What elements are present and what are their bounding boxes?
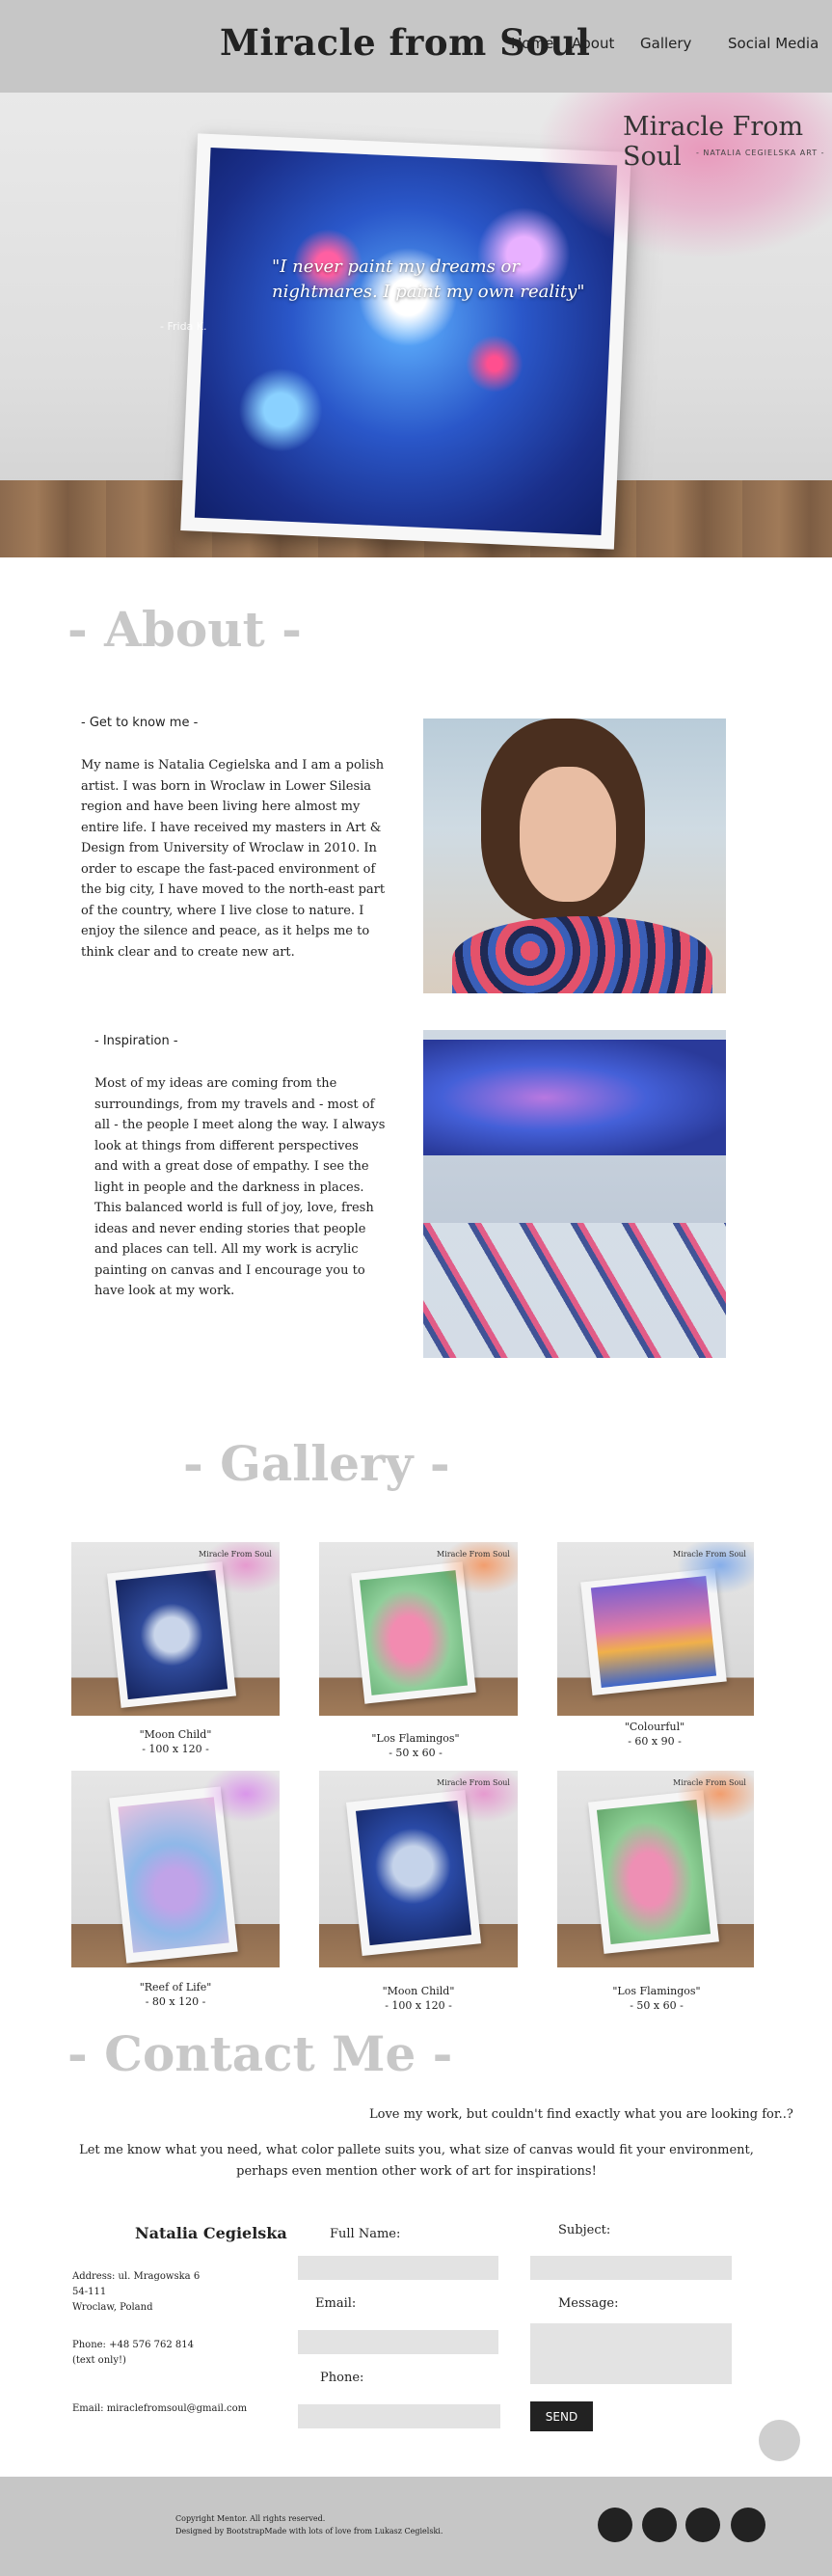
artwork-name: "Los Flamingos" [612,1985,701,1997]
hero-logo: Miracle From Soul [623,112,804,172]
artwork-size: - 100 x 120 - [142,1743,209,1755]
address-line: 54-111 [72,2287,107,2297]
gallery-image-moon-child-2[interactable]: Miracle From Soul [319,1771,518,1967]
hero-quote: "I never paint my dreams or nightmares. … [272,257,585,302]
studio-canvas [423,1040,726,1155]
contact-lead: Love my work, but couldn't find exactly … [369,2107,793,2122]
hero-logo-subtitle: - NATALIA CEGIELSKA ART - [696,149,825,157]
contact-title: - Contact Me - [67,2025,453,2082]
studio-photo [423,1030,726,1358]
nav-home[interactable]: Home [511,35,553,52]
address-line: Address: ul. Mragowska 6 [72,2271,201,2282]
social-icon-3[interactable] [685,2508,720,2542]
hero-quote-author: - Frida K. [160,320,207,333]
artwork-size: - 60 x 90 - [628,1735,682,1748]
artwork-name: "Colourful" [624,1721,685,1733]
phone-line: Phone: +48 576 762 814 [72,2340,194,2350]
contact-phone: Phone: +48 576 762 814 (text only!) [72,2338,194,2369]
gallery-image-reef-of-life[interactable] [71,1771,280,1967]
contact-description-line: Let me know what you need, what color pa… [79,2143,754,2157]
gallery-caption: "Reef of Life" - 80 x 120 - [118,1980,233,2009]
artwork-size: - 50 x 60 - [389,1747,443,1759]
about-inspiration-text: Most of my ideas are coming from the sur… [94,1076,386,1298]
contact-address: Address: ul. Mragowska 6 54-111 Wroclaw,… [72,2269,200,2316]
phone-note: (text only!) [72,2355,126,2366]
phone-input[interactable] [298,2404,500,2428]
send-button[interactable]: SEND [530,2401,593,2431]
contact-description-line: perhaps even mention other work of art f… [236,2164,597,2179]
artist-portrait-photo [423,719,726,993]
scroll-to-top-button[interactable] [759,2420,800,2461]
site-header: Miracle from Soul Home About Gallery Soc… [0,0,832,93]
about-inspiration-heading: - Inspiration - [94,1034,178,1048]
social-icon-1[interactable] [598,2508,632,2542]
portrait-shirt [452,916,712,993]
email-input[interactable] [298,2330,498,2354]
gallery-image-los-flamingos[interactable]: Miracle From Soul [319,1542,518,1716]
gallery-caption: "Los Flamingos" - 50 x 60 - [599,1984,714,2013]
address-line: Wroclaw, Poland [72,2302,153,2313]
gallery-watermark: Miracle From Soul [437,1550,510,1559]
artwork-size: - 100 x 120 - [385,1999,452,2012]
gallery-image-moon-child[interactable]: Miracle From Soul [71,1542,280,1716]
subject-label: Subject: [558,2223,611,2237]
footer-copyright: Copyright Mentor. All rights reserved. [175,2514,326,2523]
about-intro-text: My name is Natalia Cegielska and I am a … [81,758,386,960]
gallery-image-colourful[interactable]: Miracle From Soul [557,1542,754,1716]
social-icon-4[interactable] [731,2508,765,2542]
contact-email[interactable]: Email: miraclefromsoul@gmail.com [72,2401,247,2417]
message-label: Message: [558,2296,619,2311]
portrait-face [520,767,616,902]
studio-paint-tubes [423,1223,726,1358]
message-textarea[interactable] [530,2323,732,2384]
about-title: - About - [67,601,302,658]
full-name-input[interactable] [298,2256,498,2280]
email-label: Email: [315,2296,357,2311]
gallery-caption: "Los Flamingos" - 50 x 60 - [358,1731,473,1760]
gallery-splash [202,1771,280,1823]
gallery-caption: "Colourful" - 60 x 90 - [597,1720,712,1749]
footer-designed-by: Designed by BootstrapMade with lots of l… [175,2527,443,2535]
artwork-name: "Los Flamingos" [371,1732,460,1745]
contact-name: Natalia Cegielska [135,2224,287,2242]
gallery-watermark: Miracle From Soul [199,1550,272,1559]
gallery-caption: "Moon Child" - 100 x 120 - [361,1984,476,2013]
nav-gallery[interactable]: Gallery [640,35,691,52]
phone-label: Phone: [320,2371,364,2385]
contact-description: Let me know what you need, what color pa… [50,2140,783,2183]
hero-banner: Miracle From Soul - NATALIA CEGIELSKA AR… [0,93,832,557]
gallery-watermark: Miracle From Soul [673,1550,746,1559]
artwork-size: - 50 x 60 - [630,1999,684,2012]
full-name-label: Full Name: [330,2227,401,2241]
artwork-name: "Moon Child" [382,1985,455,1997]
nav-social-media[interactable]: Social Media [728,35,819,52]
about-intro-heading: - Get to know me - [81,716,199,730]
site-footer: Copyright Mentor. All rights reserved. D… [0,2477,832,2576]
artwork-name: "Moon Child" [139,1728,212,1741]
gallery-image-los-flamingos-2[interactable]: Miracle From Soul [557,1771,754,1967]
gallery-watermark: Miracle From Soul [437,1778,510,1787]
nav-about[interactable]: About [572,35,614,52]
social-icon-2[interactable] [642,2508,677,2542]
artwork-name: "Reef of Life" [139,1981,212,1993]
gallery-title: - Gallery - [183,1435,450,1492]
artwork-size: - 80 x 120 - [145,1995,206,2008]
gallery-watermark: Miracle From Soul [673,1778,746,1787]
gallery-caption: "Moon Child" - 100 x 120 - [118,1727,233,1756]
subject-input[interactable] [530,2256,732,2280]
footer-credits: Copyright Mentor. All rights reserved. D… [175,2512,443,2537]
